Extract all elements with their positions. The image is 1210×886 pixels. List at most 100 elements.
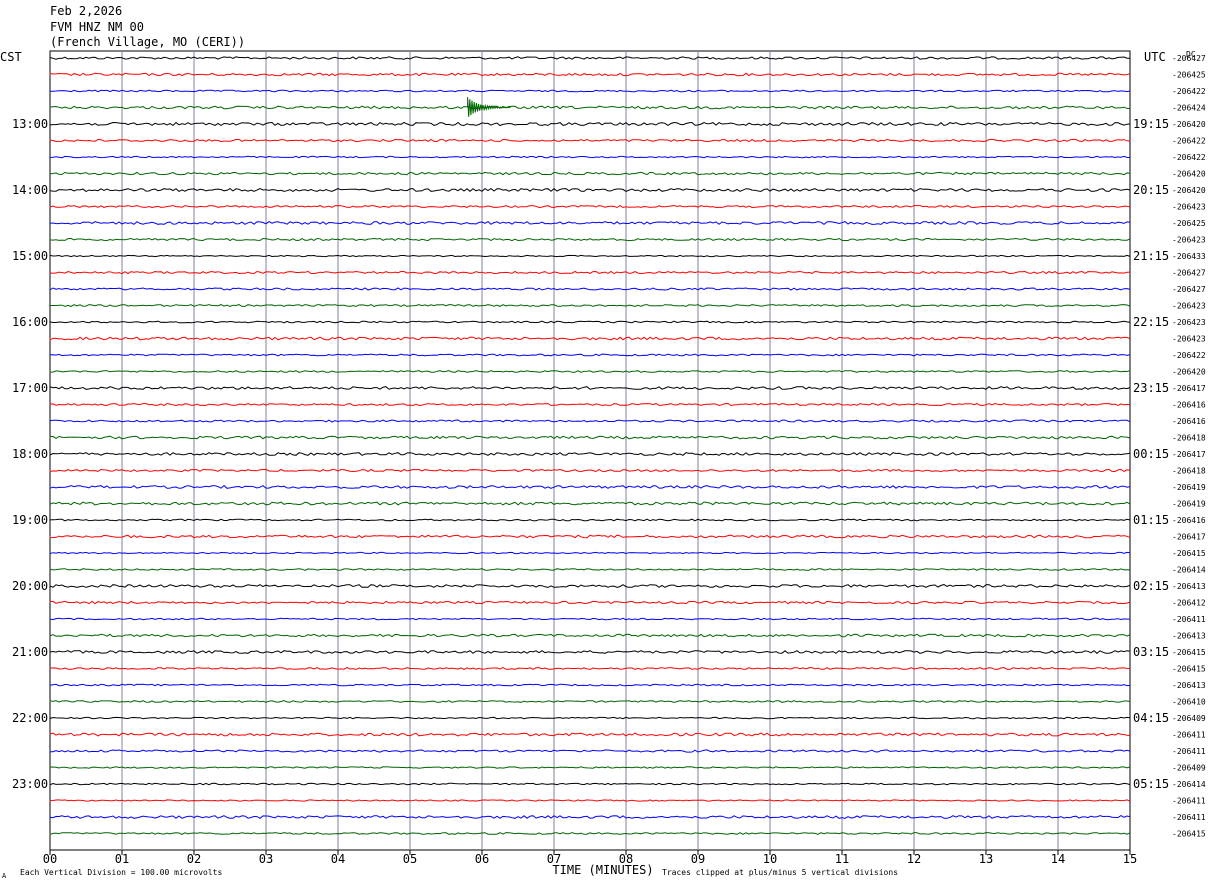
dc-offset-label: -206410 <box>1172 698 1206 707</box>
seismic-trace <box>49 138 1131 143</box>
x-tick-label: 05 <box>403 852 417 866</box>
dc-offset-label: -206411 <box>1172 797 1206 806</box>
right-hour-label: 04:15 <box>1133 711 1169 725</box>
left-hour-label: 15:00 <box>12 249 48 263</box>
clip-note: Traces clipped at plus/minus 5 vertical … <box>662 868 898 877</box>
dc-offset-label: -206427 <box>1172 269 1206 278</box>
dc-offset-label: -206433 <box>1172 252 1206 261</box>
seismic-trace <box>49 650 1131 654</box>
dc-offset-label: -206413 <box>1172 681 1206 690</box>
seismic-trace <box>49 402 1131 407</box>
seismic-trace <box>49 468 1131 473</box>
dc-offset-label: -206409 <box>1172 714 1206 723</box>
dc-offset-label: -206417 <box>1172 450 1206 459</box>
dc-offset-label: -206416 <box>1172 401 1206 410</box>
dc-offset-label: -206414 <box>1172 566 1206 575</box>
dc-offset-label: -206417 <box>1172 533 1206 542</box>
seismic-trace <box>49 237 1131 242</box>
seismic-trace <box>49 452 1131 456</box>
dc-offset-label: -206424 <box>1172 104 1206 113</box>
right-hour-label: 05:15 <box>1133 777 1169 791</box>
right-hour-label: 23:15 <box>1133 381 1169 395</box>
dc-offset-label: -206416 <box>1172 417 1206 426</box>
right-hour-label: 21:15 <box>1133 249 1169 263</box>
dc-offset-label: -206412 <box>1172 599 1206 608</box>
seismic-trace <box>49 667 1131 670</box>
seismogram-plot: -206427 -206425 -206422 -206424 -206420 -2064… <box>0 50 1206 880</box>
seismic-trace <box>49 270 1131 275</box>
dc-offset-label: -206427 <box>1172 285 1206 294</box>
seismic-trace <box>49 766 1131 769</box>
plot-frame <box>49 50 1131 851</box>
dc-offset-label: -206422 <box>1172 351 1206 360</box>
dc-offset-label: -206423 <box>1172 236 1206 245</box>
seismic-trace <box>49 419 1131 423</box>
dc-offset-label: -206422 <box>1172 137 1206 146</box>
left-hour-label: 21:00 <box>12 645 48 659</box>
dc-offset-label: -206414 <box>1172 780 1206 789</box>
corner-mark: A <box>2 872 7 880</box>
dc-offset-label: -206413 <box>1172 632 1206 641</box>
seismic-trace <box>49 254 1131 258</box>
seismic-trace <box>49 484 1131 490</box>
left-hour-label: 13:00 <box>12 117 48 131</box>
dc-offset-label: -206420 <box>1172 120 1206 129</box>
dc-offset-label: -206411 <box>1172 731 1206 740</box>
x-tick-label: 09 <box>691 852 705 866</box>
right-hour-label: 19:15 <box>1133 117 1169 131</box>
seismic-trace <box>50 304 1131 307</box>
seismic-trace <box>49 518 1131 522</box>
x-tick-label: 12 <box>907 852 921 866</box>
left-hour-label: 14:00 <box>12 183 48 197</box>
dc-offset-label: -206418 <box>1172 467 1206 476</box>
left-timezone-label: CST <box>0 50 22 64</box>
x-axis-label: TIME (MINUTES) <box>552 863 653 877</box>
x-tick-label: 11 <box>835 852 849 866</box>
left-hour-label: 17:00 <box>12 381 48 395</box>
seismic-trace <box>49 56 1130 60</box>
right-hour-label: 03:15 <box>1133 645 1169 659</box>
left-hour-label: 23:00 <box>12 777 48 791</box>
seismic-trace <box>49 320 1131 324</box>
seismic-trace <box>49 501 1131 506</box>
dc-offset-label: -206411 <box>1172 615 1206 624</box>
left-hour-label: 19:00 <box>12 513 48 527</box>
seismic-trace <box>49 617 1130 621</box>
dc-offset-label: -206415 <box>1172 830 1206 839</box>
seismic-trace <box>49 815 1131 819</box>
dc-offset-label: -206420 <box>1172 368 1206 377</box>
right-timezone-label: UTC <box>1144 50 1166 64</box>
seismic-trace <box>49 171 1131 176</box>
dc-offset-label: -206418 <box>1172 434 1206 443</box>
seismic-trace <box>49 105 1131 110</box>
right-hour-label: 22:15 <box>1133 315 1169 329</box>
seismic-trace <box>49 568 1131 571</box>
dc-offset-label: -206415 <box>1172 665 1206 674</box>
seismic-trace <box>49 799 1131 802</box>
seismic-trace <box>49 534 1131 539</box>
right-hour-label: 01:15 <box>1133 513 1169 527</box>
seismic-trace <box>49 287 1131 291</box>
dc-offset-label: -206425 <box>1172 71 1206 80</box>
dc-offset-label: -206423 <box>1172 203 1206 212</box>
seismic-trace <box>49 600 1131 605</box>
seismic-trace <box>49 336 1131 341</box>
seismic-trace <box>49 551 1131 555</box>
seismic-trace <box>49 732 1131 737</box>
right-hour-label: 02:15 <box>1133 579 1169 593</box>
x-tick-label: 10 <box>763 852 777 866</box>
dc-offset-label: -206415 <box>1172 648 1206 657</box>
seismic-trace <box>49 89 1131 93</box>
seismic-trace <box>49 683 1131 687</box>
dc-offset-label: -206411 <box>1172 747 1206 756</box>
seismic-trace <box>49 749 1131 753</box>
dc-offset-label: -206419 <box>1172 483 1206 492</box>
seismic-trace <box>49 370 1131 373</box>
right-hour-label: 00:15 <box>1133 447 1169 461</box>
seismic-trace <box>49 584 1131 589</box>
x-tick-label: 01 <box>115 852 129 866</box>
dc-offset-label: -206423 <box>1172 318 1206 327</box>
seismic-trace <box>49 155 1131 159</box>
dc-offset-label: -206409 <box>1172 764 1206 773</box>
x-tick-label: 04 <box>331 852 345 866</box>
